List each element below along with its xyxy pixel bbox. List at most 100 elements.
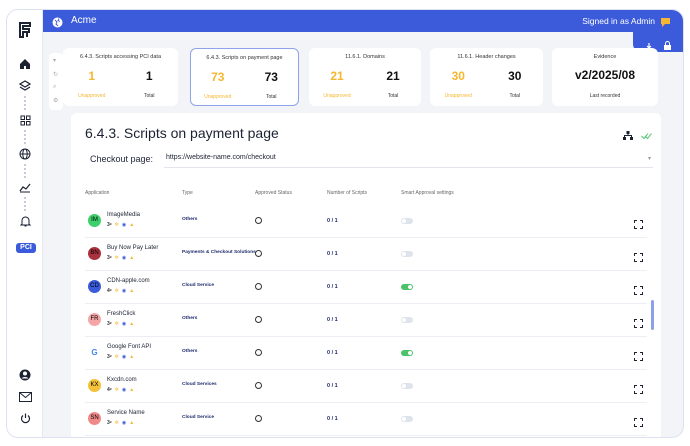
app-avatar: G [88,346,101,359]
table-row[interactable]: KX Kxcdn.com 4ᵉ ✲ ◉ ▲ Cloud Services 0 /… [71,370,661,403]
stat-card-evidence[interactable]: Evidence v2/2025/08 Last recorded [552,48,658,106]
filter-icon[interactable]: ▾ [53,57,56,64]
eye-icon: ◉ [121,288,127,294]
table-row[interactable]: BN Buy Now Pay Later 3ᵉ ✲ ◉ ▲ Payments &… [71,238,661,271]
analytics-icon[interactable] [7,179,43,195]
warning-icon: ▲ [129,255,135,261]
search-icon[interactable]: ⌕ [53,84,56,91]
total-label: Total [143,93,155,99]
expand-icon[interactable] [634,282,643,295]
apps-grid-icon[interactable] [7,112,43,128]
app-avatar: SN [88,412,101,425]
stat-card-header-changes[interactable]: 11.6.1. Header changes 30 30 Unapproved … [430,48,543,106]
hierarchy-icon[interactable] [623,127,633,145]
double-check-icon[interactable] [641,127,652,145]
app-meta: 3ᵉ ✲ ◉ ▲ [107,420,134,426]
expand-icon[interactable] [634,216,643,229]
mail-icon[interactable] [7,389,43,405]
sun-icon: ✲ [114,354,119,360]
chat-icon[interactable] [660,15,671,33]
card-title: 6.4.3. Scripts accessing PCI data [79,54,161,60]
total-label: Total [387,93,399,99]
app-meta: 3ᵉ ✲ ◉ ▲ [107,321,134,327]
approve-radio[interactable] [255,217,262,224]
smart-approval-toggle[interactable] [401,218,413,224]
expand-icon[interactable] [634,249,643,262]
stat-card-pci-data[interactable]: 6.4.3. Scripts accessing PCI data 1 1 Un… [63,48,178,106]
scripts-panel: 6.4.3. Scripts on payment page Checkout … [71,113,661,437]
approve-radio[interactable] [255,283,262,290]
checkout-label: Checkout page: [90,154,154,164]
unapproved-label: Unapproved [78,93,106,99]
app-type: Others [182,349,198,354]
refresh-icon[interactable]: ↻ [53,71,58,78]
bell-icon[interactable] [7,213,43,229]
app-name: Google Font API [107,344,152,350]
home-icon[interactable] [7,56,43,72]
scripts-count: 0 / 1 [327,284,338,290]
scripts-count: 0 / 1 [327,383,338,389]
warning-icon: ▲ [129,288,135,294]
sidebar: PCI [7,10,43,437]
smart-approval-toggle[interactable] [401,383,413,389]
smart-approval-toggle[interactable] [401,284,413,290]
smart-approval-toggle[interactable] [401,350,413,356]
layers-icon[interactable] [7,78,43,94]
smart-approval-toggle[interactable] [401,416,413,422]
expand-icon[interactable] [634,414,643,427]
unapproved-label: Unapproved [323,93,351,99]
signed-in-text[interactable]: Signed in as Admin [582,16,655,26]
card-title: 6.4.3. Scripts on payment page [206,55,283,61]
table-row[interactable]: CD CDN-apple.com 4ᵉ ✲ ◉ ▲ Cloud Service … [71,271,661,304]
select-underline [164,167,653,168]
column-header: Number of Scripts [327,190,368,196]
power-icon[interactable] [7,410,43,426]
table-row[interactable]: IM ImageMedia 3ᵉ ✲ ◉ ▲ Others 0 / 1 [71,205,661,238]
app-name: ImageMedia [107,212,141,218]
top-bar: Acme Signed in as Admin [43,10,683,32]
version-count: 3ᵉ [107,321,112,327]
lock-icon[interactable] [663,37,672,55]
checkout-select[interactable]: https://website-name.com/checkout [166,154,276,161]
expand-icon[interactable] [634,348,643,361]
column-header: Type [182,190,193,196]
table-row[interactable]: SN Service Name 3ᵉ ✲ ◉ ▲ Cloud Service 0… [71,403,661,436]
approve-radio[interactable] [255,250,262,257]
scrollbar[interactable] [651,300,654,330]
stat-card-domains[interactable]: 11.6.1. Domains 21 21 Unapproved Total [309,48,421,106]
pci-badge[interactable]: PCI [16,243,36,253]
smart-approval-toggle[interactable] [401,251,413,257]
user-icon[interactable] [7,367,43,383]
eye-icon: ◉ [121,321,127,327]
total-count: 30 [508,69,522,83]
sun-icon: ✲ [114,255,119,261]
mini-toolbar: ▾ ↻ ⌕ ⚙ [49,53,63,110]
unapproved-count: 1 [88,69,96,83]
unapproved-count: 30 [451,69,465,83]
total-count: 1 [145,69,153,83]
stat-card-payment-page[interactable]: 6.4.3. Scripts on payment page 73 73 Una… [190,48,299,106]
approve-radio[interactable] [255,382,262,389]
chevron-down-icon[interactable]: ▾ [648,155,651,162]
card-title: Evidence [593,54,617,60]
approve-radio[interactable] [255,316,262,323]
warning-icon: ▲ [129,321,135,327]
app-avatar: CD [88,280,101,293]
app-type: Cloud Service [182,283,214,288]
warning-icon: ▲ [129,420,135,426]
smart-approval-toggle[interactable] [401,317,413,323]
settings-icon[interactable]: ⚙ [53,97,58,104]
approve-radio[interactable] [255,415,262,422]
table-row[interactable]: G Google Font API 3ᵉ ✲ ◉ ▲ Others 0 / 1 [71,337,661,370]
app-name: FreshClick [107,311,136,317]
app-name: Buy Now Pay Later [107,245,159,251]
approve-radio[interactable] [255,349,262,356]
app-window: PCI Acme Signed in as Admin ▾ ↻ ⌕ ⚙ 6.4.… [6,9,684,438]
total-label: Total [509,93,521,99]
app-meta: 3ᵉ ✲ ◉ ▲ [107,222,134,228]
globe-icon[interactable] [7,146,43,162]
expand-icon[interactable] [634,315,643,328]
table-row[interactable]: FR FreshClick 3ᵉ ✲ ◉ ▲ Others 0 / 1 [71,304,661,337]
expand-icon[interactable] [634,381,643,394]
scripts-count: 0 / 1 [327,251,338,257]
